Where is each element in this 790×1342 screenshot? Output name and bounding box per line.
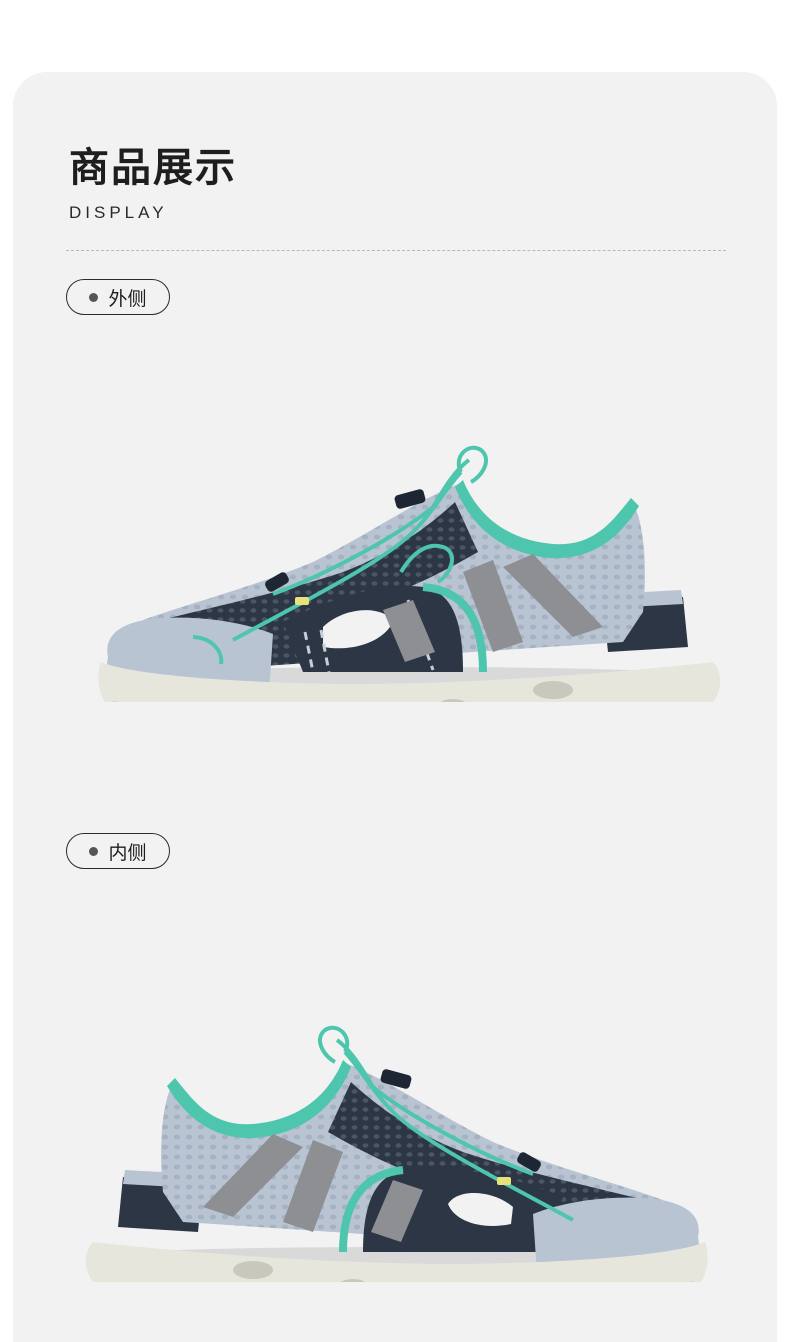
section-subtitle: DISPLAY <box>69 203 168 222</box>
bullet-dot-icon <box>89 846 99 856</box>
bullet-dot-icon <box>89 292 99 302</box>
view-tag-label: 外侧 <box>108 287 147 310</box>
view-tag-outer: 外侧 <box>66 279 170 315</box>
section-title: 商品展示 <box>69 145 237 191</box>
shoe-outer-side-image <box>98 445 721 702</box>
dashed-divider <box>66 250 726 251</box>
view-tag-inner: 内侧 <box>66 833 170 869</box>
shoe-inner-side-image <box>85 1025 708 1282</box>
view-tag-label: 内侧 <box>108 841 147 864</box>
product-display-card: 商品展示 DISPLAY 外侧 内侧 <box>13 72 777 1342</box>
